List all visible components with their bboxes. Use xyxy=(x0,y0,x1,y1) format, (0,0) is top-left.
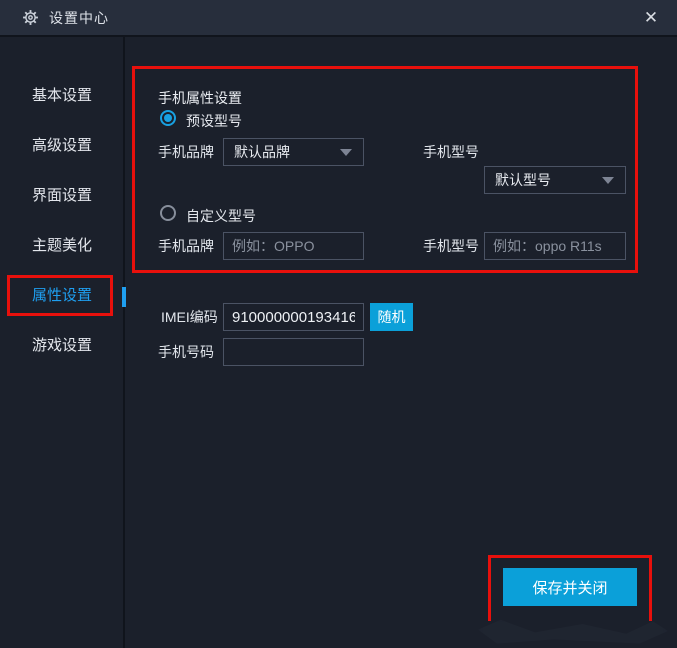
gear-icon xyxy=(22,9,39,26)
save-and-close-button[interactable]: 保存并关闭 xyxy=(503,568,637,606)
window-title: 设置中心 xyxy=(49,8,109,28)
preset-model-value: 默认型号 xyxy=(495,170,551,190)
radio-dot-icon xyxy=(164,114,172,122)
chevron-down-icon xyxy=(340,149,352,156)
sidebar-item-game[interactable]: 游戏设置 xyxy=(0,335,124,357)
sidebar-item-theme[interactable]: 主题美化 xyxy=(0,235,124,257)
custom-brand-label: 手机品牌 xyxy=(158,232,214,260)
preset-model-radio-label: 预设型号 xyxy=(186,111,242,131)
custom-model-label: 手机型号 xyxy=(423,232,479,260)
imei-input[interactable] xyxy=(223,303,364,331)
preset-brand-value: 默认品牌 xyxy=(234,142,290,162)
sidebar-item-basic[interactable]: 基本设置 xyxy=(0,85,124,107)
sidebar-item-property[interactable]: 属性设置 xyxy=(0,285,124,307)
preset-model-dropdown[interactable]: 默认型号 xyxy=(484,166,626,194)
sidebar-item-advanced[interactable]: 高级设置 xyxy=(0,135,124,157)
imei-label: IMEI编码 xyxy=(161,303,218,331)
title-bar: 设置中心 ✕ xyxy=(0,0,677,37)
artifact-smudge xyxy=(478,617,668,645)
preset-model-label: 手机型号 xyxy=(423,138,479,166)
chevron-down-icon xyxy=(602,177,614,184)
phone-number-input[interactable] xyxy=(223,338,364,366)
preset-brand-dropdown[interactable]: 默认品牌 xyxy=(223,138,364,166)
preset-model-radio[interactable] xyxy=(160,110,176,126)
custom-model-radio[interactable] xyxy=(160,205,176,221)
custom-model-input[interactable] xyxy=(484,232,626,260)
custom-brand-input[interactable] xyxy=(223,232,364,260)
phone-number-label: 手机号码 xyxy=(158,338,214,366)
settings-window: 设置中心 ✕ 基本设置 高级设置 界面设置 主题美化 属性设置 游戏设置 手机属… xyxy=(0,0,677,648)
active-tab-indicator xyxy=(122,287,126,307)
preset-brand-label: 手机品牌 xyxy=(158,138,214,166)
close-icon[interactable]: ✕ xyxy=(637,4,665,32)
imei-random-button[interactable]: 随机 xyxy=(370,303,413,331)
section-title: 手机属性设置 xyxy=(158,88,242,108)
sidebar-item-interface[interactable]: 界面设置 xyxy=(0,185,124,207)
custom-model-radio-label: 自定义型号 xyxy=(186,206,256,226)
